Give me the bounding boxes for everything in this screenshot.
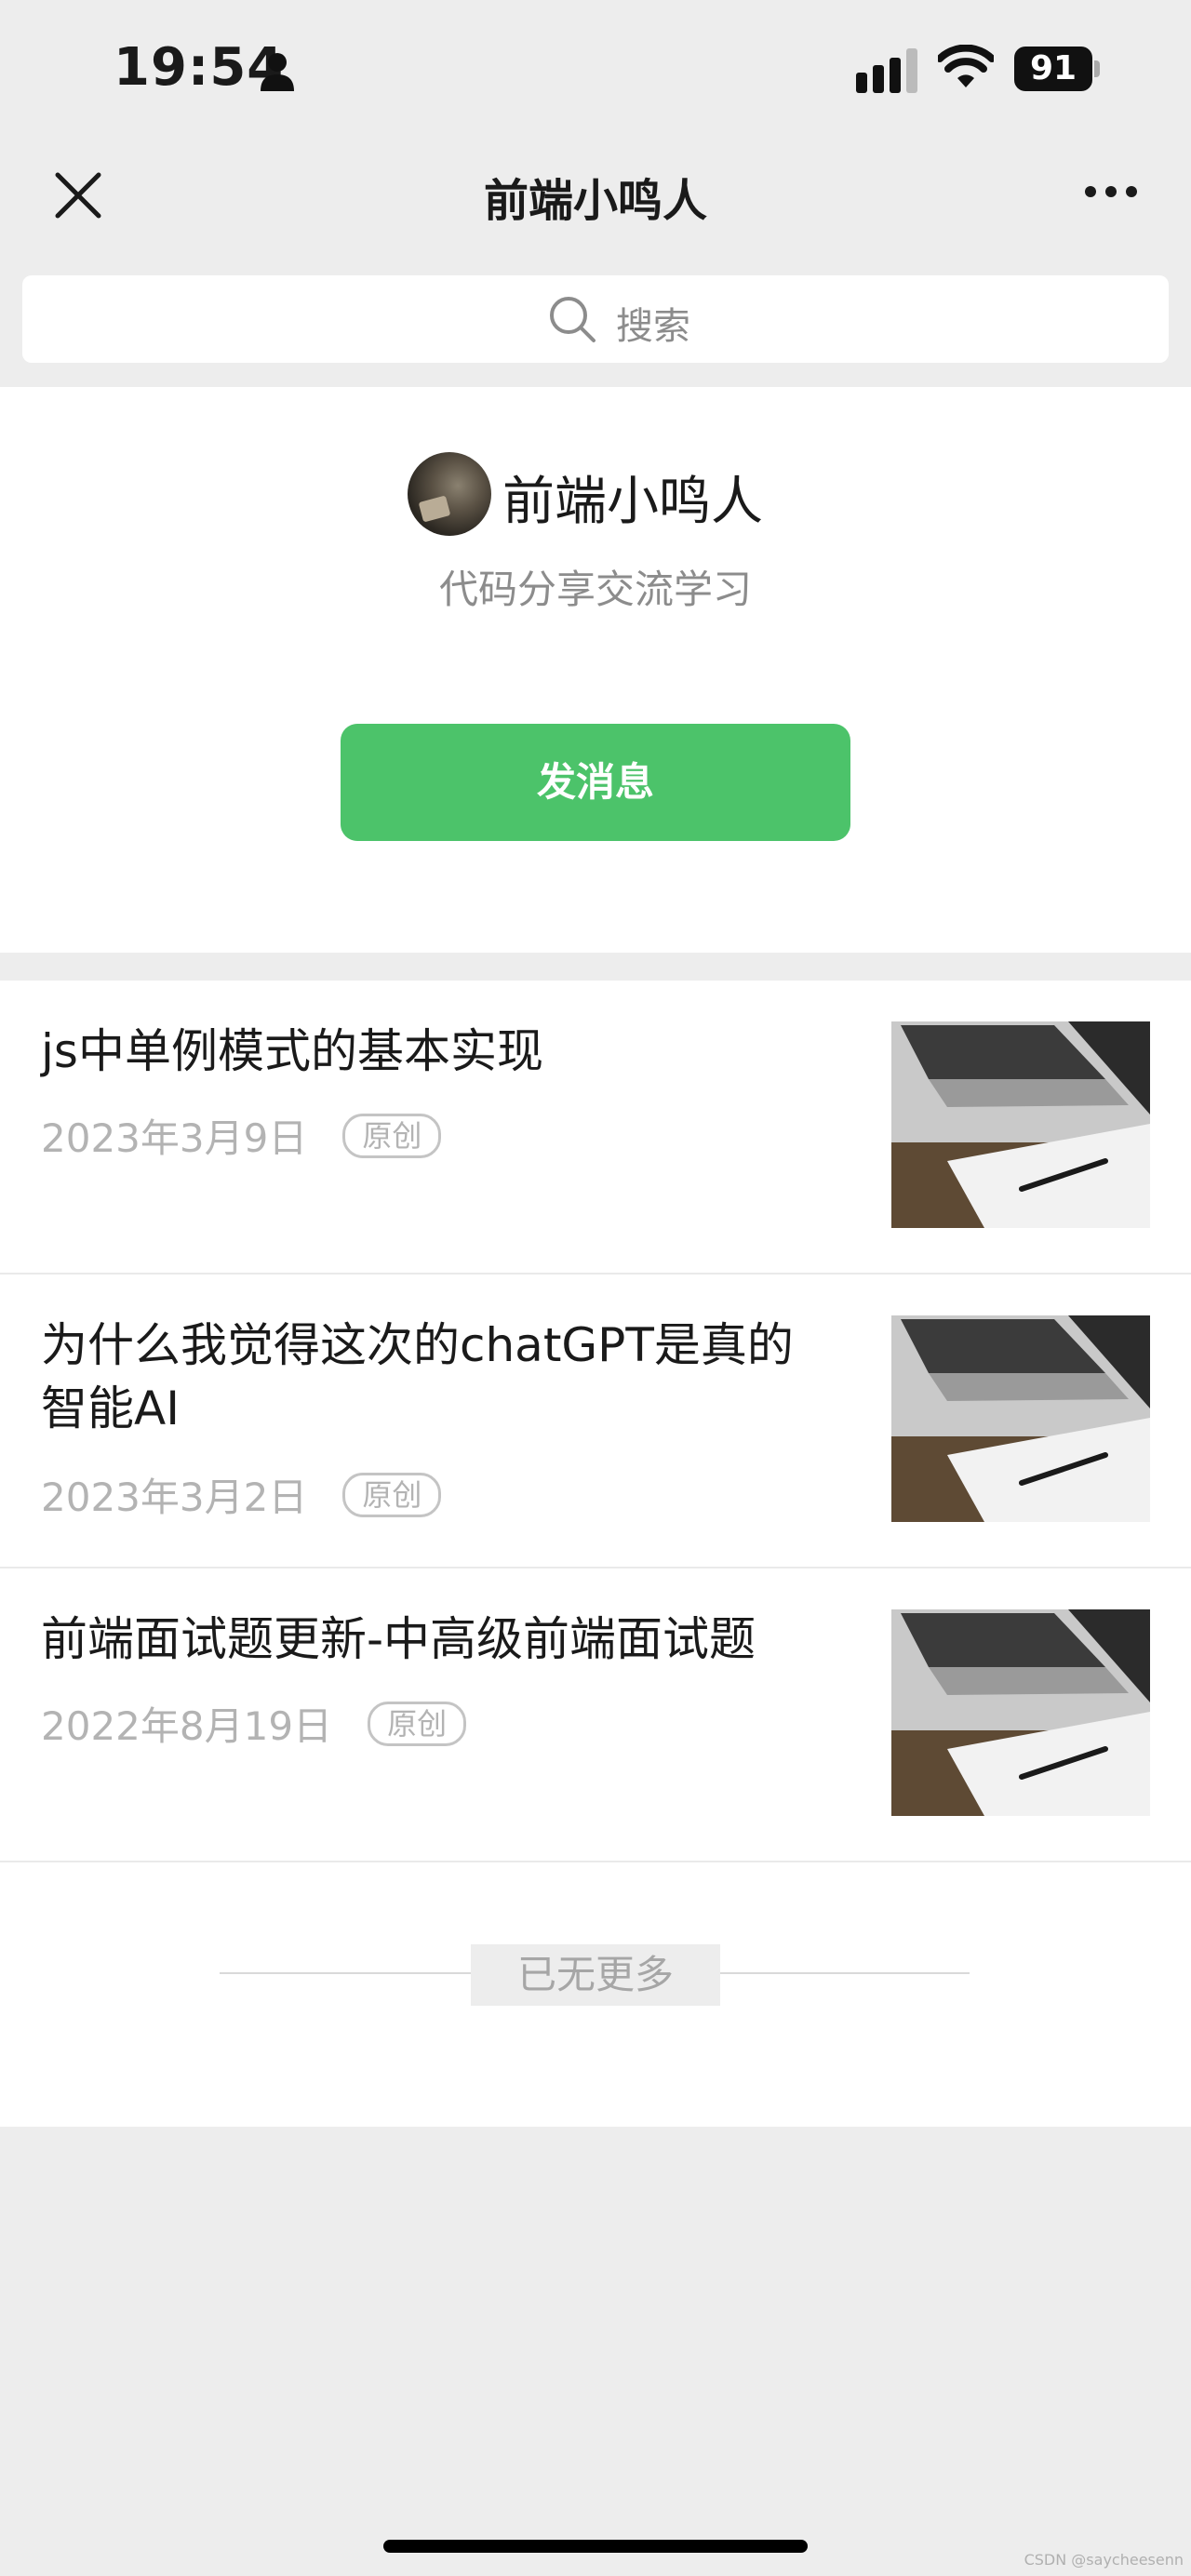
battery-indicator: 91 [1014, 47, 1100, 91]
home-indicator[interactable] [383, 2540, 808, 2553]
status-bar: 19:54 91 [0, 0, 1191, 140]
page-title: 前端小鸣人 [483, 175, 707, 227]
article-meta: 2022年8月19日 原创 [41, 1695, 467, 1752]
article-thumbnail [891, 1315, 1150, 1522]
profile-card: 前端小鸣人 代码分享交流学习 发消息 [0, 387, 1191, 953]
article-thumbnail [891, 1609, 1150, 1816]
original-badge: 原创 [368, 1701, 467, 1746]
more-icon[interactable] [1083, 184, 1139, 199]
send-message-button[interactable]: 发消息 [341, 724, 850, 841]
avatar[interactable] [408, 452, 491, 536]
signal-icon [856, 48, 917, 93]
avatar-detail [418, 495, 451, 523]
profile-description: 代码分享交流学习 [438, 567, 752, 612]
person-icon [261, 53, 294, 91]
article-date: 2022年8月19日 [41, 1703, 333, 1749]
search-placeholder: 搜索 [616, 305, 690, 348]
article-title: 前端面试题更新-中高级前端面试题 [41, 1612, 756, 1666]
status-time: 19:54 [114, 37, 285, 98]
nav-bar: 前端小鸣人 [0, 140, 1191, 244]
list-item[interactable]: 前端面试题更新-中高级前端面试题 2022年8月19日 原创 [0, 1568, 1191, 1862]
search-icon [550, 297, 596, 342]
article-date: 2023年3月2日 [41, 1475, 308, 1520]
list-item[interactable]: js中单例模式的基本实现 2023年3月9日 原创 [0, 981, 1191, 1275]
battery-level: 91 [1014, 47, 1092, 91]
wifi-icon [938, 45, 994, 87]
search-input[interactable]: 搜索 [22, 275, 1169, 363]
article-meta: 2023年3月2日 原创 [41, 1466, 442, 1523]
battery-cap [1094, 60, 1100, 77]
article-title: js中单例模式的基本实现 [41, 1024, 543, 1078]
profile-name: 前端小鸣人 [502, 472, 763, 532]
end-of-list-text: 已无更多 [471, 1944, 720, 2006]
article-date: 2023年3月9日 [41, 1115, 308, 1161]
list-item[interactable]: 为什么我觉得这次的chatGPT是真的智能AI 2023年3月2日 原创 [0, 1275, 1191, 1568]
watermark: CSDN @saycheesenn [1024, 2551, 1184, 2569]
article-thumbnail [891, 1021, 1150, 1228]
original-badge: 原创 [342, 1472, 442, 1517]
original-badge: 原创 [342, 1113, 442, 1158]
article-title: 为什么我觉得这次的chatGPT是真的智能AI [41, 1318, 794, 1435]
article-meta: 2023年3月9日 原创 [41, 1107, 442, 1164]
